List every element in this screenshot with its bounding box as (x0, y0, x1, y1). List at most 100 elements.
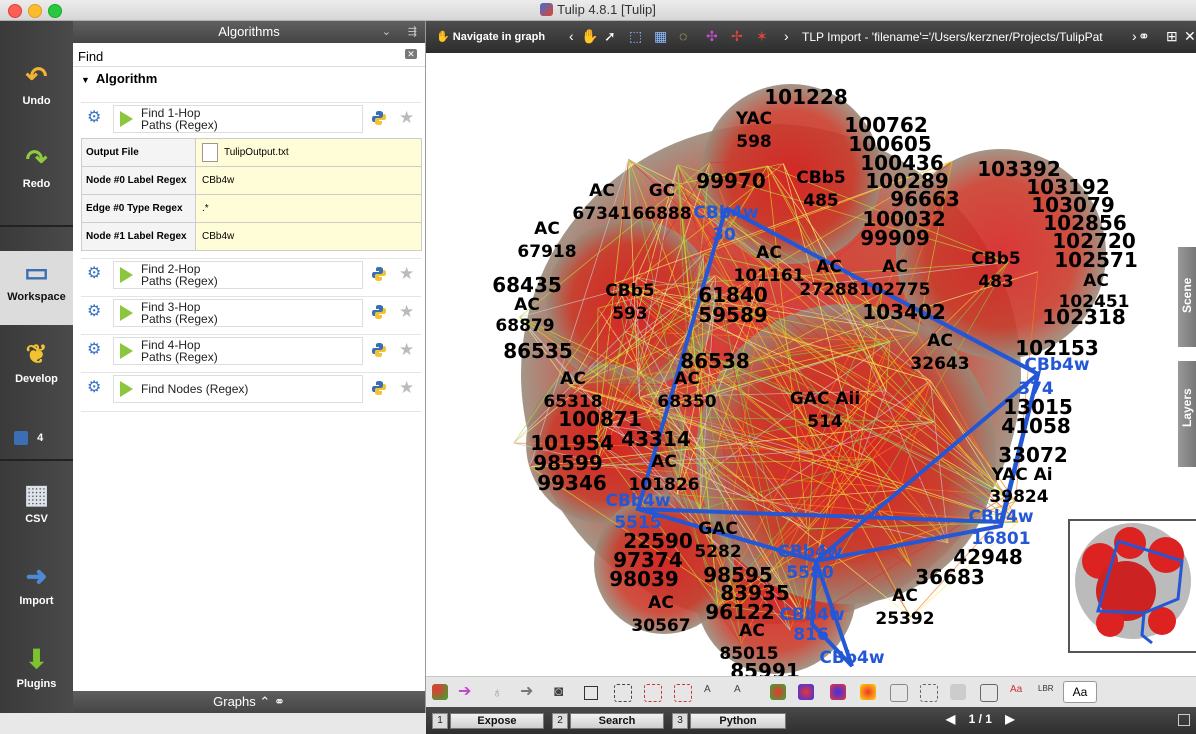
interaction-mode[interactable]: ✋ Navigate in graph (436, 30, 545, 43)
node-label[interactable]: 102571 (1054, 248, 1138, 272)
highlighted-node-label[interactable]: CBb4w (777, 542, 842, 562)
edit-nodes-tool-icon[interactable]: ✣ (706, 29, 718, 43)
node-label[interactable]: 59589 (698, 303, 768, 327)
highlighted-node-label[interactable]: 30 (712, 225, 736, 245)
csv-button[interactable]: ▦ CSV (0, 479, 73, 525)
node-label[interactable]: 103402 (862, 300, 946, 324)
node-label[interactable]: 30567 (631, 616, 690, 636)
scroll-right-icon[interactable]: › (1132, 29, 1137, 43)
node-label[interactable]: 514 (807, 412, 843, 432)
node-label[interactable]: CBb5 (605, 281, 654, 301)
node-label[interactable]: AC (892, 586, 918, 606)
node-label[interactable]: 36683 (915, 565, 985, 589)
python-button[interactable]: Python (690, 713, 786, 729)
node-label[interactable]: 25392 (875, 609, 934, 629)
highlighted-node-label[interactable]: CBb4w (819, 648, 884, 668)
highlighted-node-label[interactable]: CBb4w (779, 605, 844, 625)
edge-labels-icon[interactable]: A (734, 684, 750, 700)
panel-expand-icon[interactable]: ⌃ (259, 694, 270, 709)
font-button[interactable]: Aa (1063, 681, 1097, 703)
node-label[interactable]: 98039 (609, 567, 679, 591)
param-value-node0-regex[interactable]: CBb4w (195, 166, 422, 195)
node-label[interactable]: 33072 (998, 443, 1068, 467)
node-label[interactable]: AC (1083, 271, 1109, 291)
python-icon[interactable] (371, 380, 387, 396)
node-label[interactable]: AC (648, 593, 674, 613)
highlighted-node-label[interactable]: 16801 (971, 529, 1030, 549)
delete-element-tool-icon[interactable]: ✶ (756, 29, 768, 43)
node-label[interactable]: 593 (612, 304, 648, 324)
scroll-left-icon[interactable]: ‹ (569, 29, 574, 43)
expose-button[interactable]: Expose (450, 713, 544, 729)
edge-color-arrow-icon[interactable]: ➔ (458, 684, 474, 700)
node-label[interactable]: 86535 (503, 339, 573, 363)
node-label[interactable]: 99346 (537, 471, 607, 495)
favorite-star-icon[interactable]: ★ (399, 302, 414, 322)
node-label[interactable]: 598 (736, 132, 772, 152)
node-label[interactable]: 41058 (1001, 414, 1071, 438)
run-algorithm-button[interactable]: Find 1-Hop Paths (Regex) (113, 105, 363, 133)
screenshot-camera-icon[interactable]: ◙ (554, 684, 570, 700)
node-label[interactable]: 85991 (730, 659, 800, 676)
node-label[interactable]: 5282 (694, 542, 741, 562)
node-label[interactable]: CBb5 (796, 168, 845, 188)
node-label[interactable]: AC (514, 295, 540, 315)
node-label[interactable]: 43314 (621, 427, 691, 451)
favorite-star-icon[interactable]: ★ (399, 340, 414, 360)
node-label[interactable]: 485 (803, 191, 839, 211)
plugins-button[interactable]: ⬇ Plugins (0, 644, 73, 690)
node-label[interactable]: 68435 (492, 273, 562, 297)
graphs-panel-header[interactable]: Graphs ⌃ ⚭ (73, 691, 425, 713)
highlighted-node-label[interactable]: CBb4w (968, 507, 1033, 527)
redo-button[interactable]: ↷ Redo (0, 144, 73, 190)
python-icon[interactable] (371, 342, 387, 358)
node-label[interactable]: AC (927, 331, 953, 351)
workspace-button[interactable]: ▭ Workspace (0, 251, 73, 325)
node-label[interactable]: AC (534, 219, 560, 239)
panel-options-icon[interactable]: ⇶ (408, 21, 417, 43)
edge-ordering-icon[interactable] (980, 684, 998, 702)
node-size-icon[interactable]: ♁ (492, 684, 508, 700)
label-position-icon[interactable]: LBR (1038, 684, 1054, 700)
close-view-icon[interactable]: ✕ (1184, 29, 1196, 43)
python-icon[interactable] (371, 266, 387, 282)
favorite-star-icon[interactable]: ★ (399, 108, 414, 128)
gear-icon[interactable]: ⚙ (87, 266, 103, 282)
import-button[interactable]: ➜ Import (0, 561, 73, 607)
param-value-output-file[interactable]: TulipOutput.txt (195, 138, 422, 167)
graph-canvas[interactable]: 101228YAC5981007621006051004361002899666… (426, 54, 1178, 676)
previous-page-icon[interactable]: ◀ (946, 712, 955, 726)
scroll-right-icon[interactable]: › (784, 29, 789, 43)
gear-icon[interactable]: ⚙ (87, 380, 103, 396)
node-label[interactable]: 32643 (910, 354, 969, 374)
color-mapping-icon[interactable] (432, 684, 448, 700)
gear-icon[interactable]: ⚙ (87, 304, 103, 320)
show-metanodes-icon[interactable] (674, 684, 692, 702)
node-label[interactable]: 68879 (495, 316, 554, 336)
node-label[interactable]: GAC (698, 519, 738, 539)
scene-side-tab[interactable]: Scene (1178, 247, 1196, 347)
python-icon[interactable] (371, 110, 387, 126)
param-value-edge0-regex[interactable]: .* (195, 194, 422, 223)
next-page-icon[interactable]: ▶ (1005, 712, 1014, 726)
node-label[interactable]: GAC Aii (790, 389, 860, 409)
highlighted-node-label[interactable]: 5580 (786, 563, 833, 583)
node-label[interactable]: 483 (978, 272, 1014, 292)
node-label[interactable]: 66888 (632, 204, 691, 224)
arrow-shape-icon[interactable]: ➜ (520, 684, 536, 700)
node-label[interactable]: 67341 (572, 204, 631, 224)
node-label[interactable]: GC (649, 181, 675, 201)
highlighted-node-label[interactable]: 816 (793, 625, 829, 645)
node-label[interactable]: AC (882, 257, 908, 277)
background-color-icon[interactable] (584, 686, 598, 700)
node-label[interactable]: 68350 (657, 392, 716, 412)
favorite-star-icon[interactable]: ★ (399, 264, 414, 284)
label-color-icon[interactable]: Aa (1010, 684, 1026, 700)
highlighted-node-label[interactable]: 5515 (614, 513, 661, 533)
node-label[interactable]: AC (756, 243, 782, 263)
expand-panel-icon[interactable] (1178, 714, 1190, 726)
node-labels-icon[interactable]: A (704, 684, 720, 700)
develop-button[interactable]: ❦ Develop (0, 339, 73, 385)
grid-select-tool-icon[interactable]: ▦ (654, 29, 667, 43)
node-label[interactable]: CBb5 (971, 249, 1020, 269)
